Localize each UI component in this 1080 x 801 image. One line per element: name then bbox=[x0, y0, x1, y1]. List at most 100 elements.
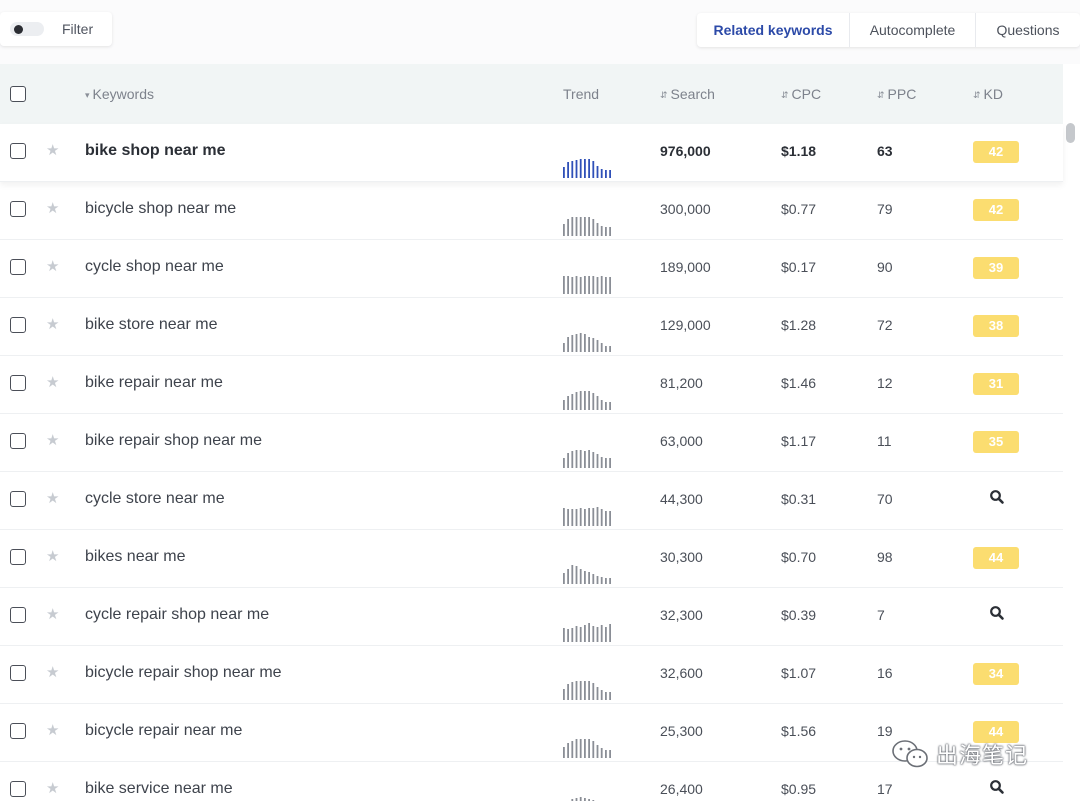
search-volume-cell: 32,600 bbox=[660, 665, 703, 681]
tab-questions[interactable]: Questions bbox=[975, 13, 1080, 47]
star-icon[interactable]: ★ bbox=[46, 663, 59, 681]
trend-bar bbox=[567, 396, 569, 410]
star-icon[interactable]: ★ bbox=[46, 721, 59, 739]
trend-bar bbox=[579, 333, 582, 352]
row-checkbox[interactable] bbox=[10, 317, 26, 333]
tab-related-keywords[interactable]: Related keywords bbox=[697, 13, 849, 47]
trend-bar bbox=[588, 450, 590, 468]
ppc-cell: 79 bbox=[877, 201, 893, 217]
trend-bar bbox=[563, 224, 565, 236]
search-header[interactable]: ⇵ Search bbox=[660, 86, 715, 102]
keyword-cell[interactable]: cycle shop near me bbox=[85, 258, 224, 276]
keyword-cell[interactable]: bike store near me bbox=[85, 316, 218, 334]
star-icon[interactable]: ★ bbox=[46, 431, 59, 449]
kd-header[interactable]: ⇵ KD bbox=[973, 86, 1003, 102]
trend-bar bbox=[575, 276, 578, 294]
sort-arrows-icon: ⇵ bbox=[877, 90, 885, 100]
table-row[interactable]: ★ cycle store near me 44,300 $0.31 70 bbox=[0, 472, 1063, 530]
trend-bar bbox=[605, 578, 607, 584]
star-icon[interactable]: ★ bbox=[46, 257, 59, 275]
trend-sparkline bbox=[563, 217, 611, 236]
row-checkbox[interactable] bbox=[10, 607, 26, 623]
row-checkbox[interactable] bbox=[10, 491, 26, 507]
keyword-cell[interactable]: bicycle repair near me bbox=[85, 722, 242, 740]
trend-bar bbox=[571, 217, 574, 236]
search-icon[interactable] bbox=[989, 605, 1005, 623]
filter-toggle[interactable]: Filter bbox=[0, 12, 112, 46]
trend-bar bbox=[592, 741, 595, 758]
keyword-cell[interactable]: cycle repair shop near me bbox=[85, 606, 269, 624]
row-checkbox[interactable] bbox=[10, 781, 26, 797]
trend-bar bbox=[609, 227, 611, 236]
keyword-cell[interactable]: cycle store near me bbox=[85, 490, 225, 508]
trend-bar bbox=[571, 682, 574, 700]
star-icon[interactable]: ★ bbox=[46, 315, 59, 333]
star-icon[interactable]: ★ bbox=[46, 605, 59, 623]
search-icon[interactable] bbox=[989, 489, 1005, 507]
table-row[interactable]: ★ bike shop near me 976,000 $1.18 63 42 bbox=[0, 124, 1063, 182]
row-checkbox[interactable] bbox=[10, 723, 26, 739]
trend-bar bbox=[588, 508, 590, 526]
search-volume-cell: 976,000 bbox=[660, 143, 711, 159]
trend-bar bbox=[592, 219, 595, 236]
toggle-switch[interactable] bbox=[10, 22, 44, 36]
table-row[interactable]: ★ cycle shop near me 189,000 $0.17 90 39 bbox=[0, 240, 1063, 298]
row-checkbox[interactable] bbox=[10, 665, 26, 681]
table-row[interactable]: ★ bicycle repair shop near me 32,600 $1.07 1… bbox=[0, 646, 1063, 704]
star-icon[interactable]: ★ bbox=[46, 373, 59, 391]
trend-bar bbox=[596, 223, 599, 236]
tab-autocomplete[interactable]: Autocomplete bbox=[849, 13, 975, 47]
table-row[interactable]: ★ bike store near me 129,000 $1.28 72 38 bbox=[0, 298, 1063, 356]
trend-bar bbox=[592, 276, 595, 294]
table-row[interactable]: ★ bikes near me 30,300 $0.70 98 44 bbox=[0, 530, 1063, 588]
row-checkbox[interactable] bbox=[10, 143, 26, 159]
table-row[interactable]: ★ cycle repair shop near me 32,300 $0.39 7 bbox=[0, 588, 1063, 646]
trend-bar bbox=[579, 217, 582, 236]
scrollbar-thumb[interactable] bbox=[1066, 123, 1075, 143]
trend-sparkline bbox=[563, 565, 611, 584]
keyword-cell[interactable]: bicycle shop near me bbox=[85, 200, 236, 218]
star-icon[interactable]: ★ bbox=[46, 141, 59, 159]
keyword-cell[interactable]: bike repair shop near me bbox=[85, 432, 262, 450]
row-checkbox[interactable] bbox=[10, 201, 26, 217]
star-icon[interactable]: ★ bbox=[46, 779, 59, 797]
row-checkbox[interactable] bbox=[10, 375, 26, 391]
row-checkbox[interactable] bbox=[10, 259, 26, 275]
keyword-cell[interactable]: bicycle repair shop near me bbox=[85, 664, 282, 682]
keyword-cell[interactable]: bike repair near me bbox=[85, 374, 223, 392]
star-icon[interactable]: ★ bbox=[46, 547, 59, 565]
cpc-header[interactable]: ⇵ CPC bbox=[781, 86, 821, 102]
keyword-cell[interactable]: bikes near me bbox=[85, 548, 186, 566]
trend-sparkline bbox=[563, 391, 611, 410]
ppc-header[interactable]: ⇵ PPC bbox=[877, 86, 916, 102]
table-row[interactable]: ★ bike repair near me 81,200 $1.46 12 31 bbox=[0, 356, 1063, 414]
toolbar: Filter Related keywords Autocomplete Que… bbox=[0, 0, 1080, 64]
select-all-checkbox[interactable] bbox=[10, 86, 26, 102]
keywords-header[interactable]: ▾ Keywords bbox=[85, 86, 154, 102]
table-row[interactable]: ★ bicycle shop near me 300,000 $0.77 79 42 bbox=[0, 182, 1063, 240]
star-icon[interactable]: ★ bbox=[46, 489, 59, 507]
keyword-cell[interactable]: bike shop near me bbox=[85, 142, 226, 160]
search-icon[interactable] bbox=[989, 779, 1005, 797]
trend-bar bbox=[605, 750, 607, 758]
scrollbar-track[interactable] bbox=[1063, 124, 1080, 801]
trend-bar bbox=[563, 573, 565, 584]
row-checkbox[interactable] bbox=[10, 549, 26, 565]
trend-bar bbox=[592, 161, 595, 178]
trend-bar bbox=[563, 458, 565, 468]
ppc-cell: 16 bbox=[877, 665, 893, 681]
trend-bar bbox=[588, 391, 590, 410]
trend-bar bbox=[609, 624, 611, 642]
table-row[interactable]: ★ bike repair shop near me 63,000 $1.17 11 35 bbox=[0, 414, 1063, 472]
trend-sparkline bbox=[571, 797, 595, 801]
star-icon[interactable]: ★ bbox=[46, 199, 59, 217]
trend-bar bbox=[567, 743, 569, 758]
cpc-cell: $0.39 bbox=[781, 607, 817, 623]
trend-bar bbox=[575, 681, 578, 700]
row-checkbox[interactable] bbox=[10, 433, 26, 449]
kd-badge: 31 bbox=[973, 373, 1019, 395]
ppc-cell: 63 bbox=[877, 143, 893, 159]
trend-bar bbox=[571, 394, 574, 410]
keyword-cell[interactable]: bike service near me bbox=[85, 780, 233, 798]
trend-bar bbox=[567, 276, 569, 294]
